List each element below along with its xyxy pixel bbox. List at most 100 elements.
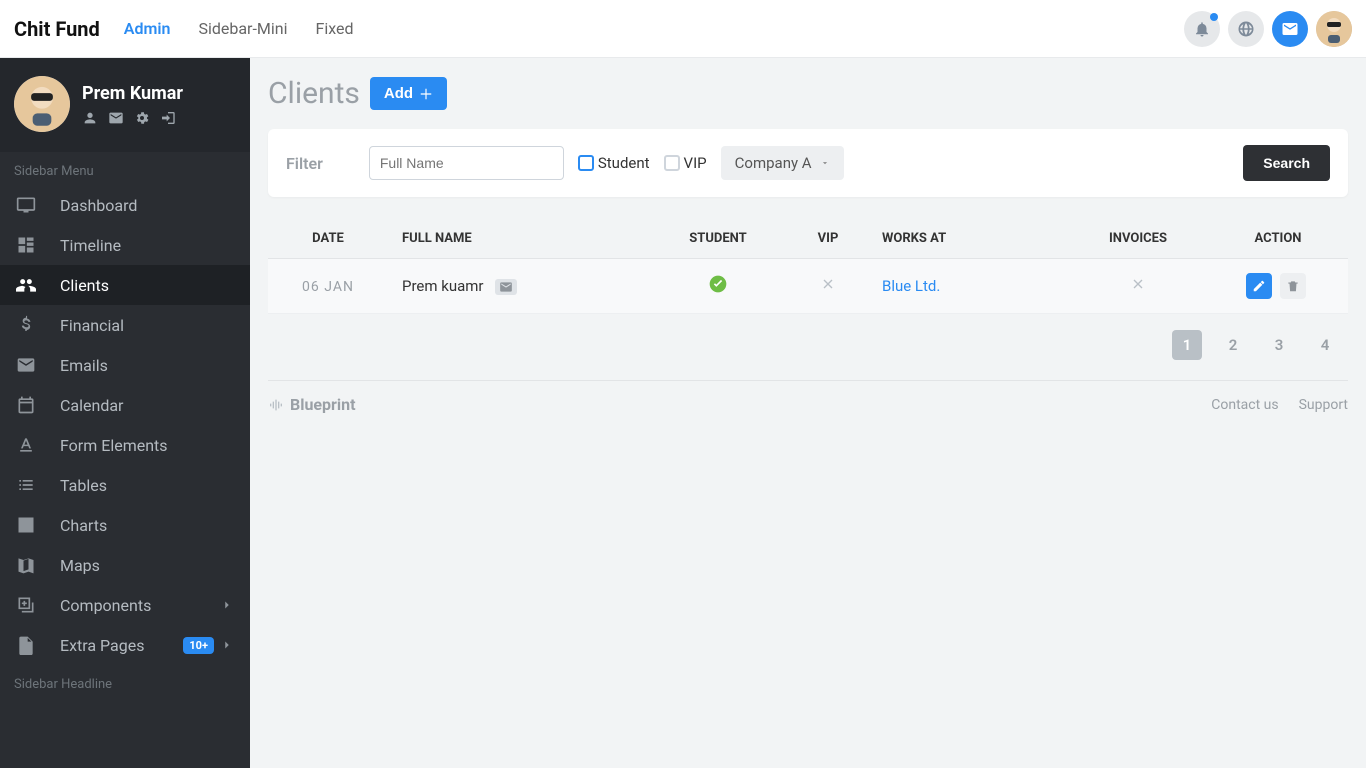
- vip-checkbox-label: VIP: [684, 154, 707, 172]
- student-checkbox[interactable]: Student: [578, 154, 650, 172]
- sidebar-item-label: Dashboard: [60, 196, 137, 215]
- footer-support-link[interactable]: Support: [1299, 397, 1348, 413]
- sidebar-item-label: Maps: [60, 556, 100, 575]
- student-checkbox-label: Student: [598, 154, 650, 172]
- page-2[interactable]: 2: [1218, 330, 1248, 360]
- mail-icon: [1281, 20, 1299, 38]
- avatar-icon: [14, 76, 70, 132]
- page-title: Clients: [268, 76, 360, 111]
- globe-icon: [1237, 20, 1255, 38]
- wave-icon: [268, 397, 284, 413]
- x-icon: [1130, 276, 1146, 292]
- sidebar-item-financial[interactable]: Financial: [0, 305, 250, 345]
- sidebar-item-label: Extra Pages: [60, 636, 144, 655]
- pagination: 1 2 3 4: [268, 314, 1348, 360]
- company-dropdown[interactable]: Company A: [721, 146, 844, 180]
- sidebar-username: Prem Kumar: [82, 83, 183, 104]
- mail-icon: [499, 280, 513, 294]
- delete-button[interactable]: [1280, 273, 1306, 299]
- sidebar-avatar[interactable]: [14, 76, 70, 132]
- table-row: 06 JAN Prem kuamr Blue Ltd.: [268, 259, 1348, 314]
- full-name-input[interactable]: [369, 146, 564, 180]
- calendar-icon: [16, 395, 36, 415]
- chevron-right-icon: [220, 638, 234, 652]
- chevron-right-icon: [220, 598, 234, 612]
- navlink-fixed[interactable]: Fixed: [315, 19, 353, 38]
- mail-icon: [16, 355, 36, 375]
- sidebar-item-label: Charts: [60, 516, 107, 535]
- sidebar-item-tables[interactable]: Tables: [0, 465, 250, 505]
- footer-brand: Blueprint: [268, 395, 356, 414]
- navlink-admin[interactable]: Admin: [124, 19, 171, 38]
- cell-date: 06 JAN: [302, 279, 354, 295]
- avatar-icon: [1316, 11, 1352, 47]
- col-action: ACTION: [1208, 219, 1348, 259]
- col-student: STUDENT: [648, 219, 788, 259]
- company-selected: Company A: [735, 154, 812, 172]
- checkbox-icon: [664, 155, 680, 171]
- logout-icon[interactable]: [160, 110, 176, 126]
- sidebar-item-label: Clients: [60, 276, 109, 295]
- profile-icon[interactable]: [82, 110, 98, 126]
- sidebar-item-dashboard[interactable]: Dashboard: [0, 185, 250, 225]
- messages-button[interactable]: [1272, 11, 1308, 47]
- col-vip: VIP: [788, 219, 868, 259]
- sidebar-item-label: Form Elements: [60, 436, 168, 455]
- sidebar-item-calendar[interactable]: Calendar: [0, 385, 250, 425]
- sidebar-item-label: Components: [60, 596, 151, 615]
- pencil-icon: [1252, 279, 1266, 293]
- chevron-down-icon: [820, 158, 830, 168]
- page-4[interactable]: 4: [1310, 330, 1340, 360]
- filter-label: Filter: [286, 154, 323, 173]
- vip-checkbox[interactable]: VIP: [664, 154, 707, 172]
- sidebar-heading: Sidebar Menu: [0, 152, 250, 185]
- page-1[interactable]: 1: [1172, 330, 1202, 360]
- sidebar-item-label: Calendar: [60, 396, 123, 415]
- sidebar-item-emails[interactable]: Emails: [0, 345, 250, 385]
- sidebar-item-label: Financial: [60, 316, 124, 335]
- sidebar: Prem Kumar Sidebar Menu Dashboard Timeli…: [0, 58, 250, 768]
- page-3[interactable]: 3: [1264, 330, 1294, 360]
- sidebar-headline: Sidebar Headline: [0, 665, 250, 698]
- cell-works-at[interactable]: Blue Ltd.: [882, 277, 940, 295]
- language-button[interactable]: [1228, 11, 1264, 47]
- add-client-button[interactable]: Add: [370, 77, 447, 110]
- cell-full-name: Prem kuamr: [402, 277, 484, 295]
- sidebar-item-maps[interactable]: Maps: [0, 545, 250, 585]
- trash-icon: [1286, 279, 1300, 293]
- checkbox-icon: [578, 155, 594, 171]
- textformat-icon: [16, 435, 36, 455]
- sidebar-item-timeline[interactable]: Timeline: [0, 225, 250, 265]
- bell-icon: [1193, 20, 1211, 38]
- notification-dot: [1210, 13, 1218, 21]
- doc-icon: [16, 635, 36, 655]
- edit-button[interactable]: [1246, 273, 1272, 299]
- sidebar-item-extra-pages[interactable]: Extra Pages 10+: [0, 625, 250, 665]
- map-icon: [16, 555, 36, 575]
- settings-icon[interactable]: [134, 110, 150, 126]
- sidebar-item-components[interactable]: Components: [0, 585, 250, 625]
- navlink-sidebar-mini[interactable]: Sidebar-Mini: [198, 19, 287, 38]
- footer-contact-link[interactable]: Contact us: [1211, 397, 1278, 413]
- notifications-button[interactable]: [1184, 11, 1220, 47]
- sidebar-item-form-elements[interactable]: Form Elements: [0, 425, 250, 465]
- x-icon: [820, 276, 836, 292]
- brand: Chit Fund: [14, 17, 100, 41]
- tv-icon: [16, 195, 36, 215]
- people-icon: [16, 275, 36, 295]
- sidebar-item-charts[interactable]: Charts: [0, 505, 250, 545]
- bar-icon: [16, 515, 36, 535]
- list-icon: [16, 475, 36, 495]
- user-mail-icon[interactable]: [108, 110, 124, 126]
- sidebar-item-label: Tables: [60, 476, 107, 495]
- row-mail-button[interactable]: [495, 279, 517, 295]
- sidebar-item-clients[interactable]: Clients: [0, 265, 250, 305]
- col-works-at: WORKS AT: [868, 219, 1068, 259]
- col-full-name: FULL NAME: [388, 219, 648, 259]
- navbar-avatar[interactable]: [1316, 11, 1352, 47]
- sidebar-item-label: Timeline: [60, 236, 121, 255]
- sidebar-badge: 10+: [183, 637, 214, 654]
- search-button[interactable]: Search: [1243, 145, 1330, 181]
- col-date: DATE: [268, 219, 388, 259]
- grid-icon: [16, 235, 36, 255]
